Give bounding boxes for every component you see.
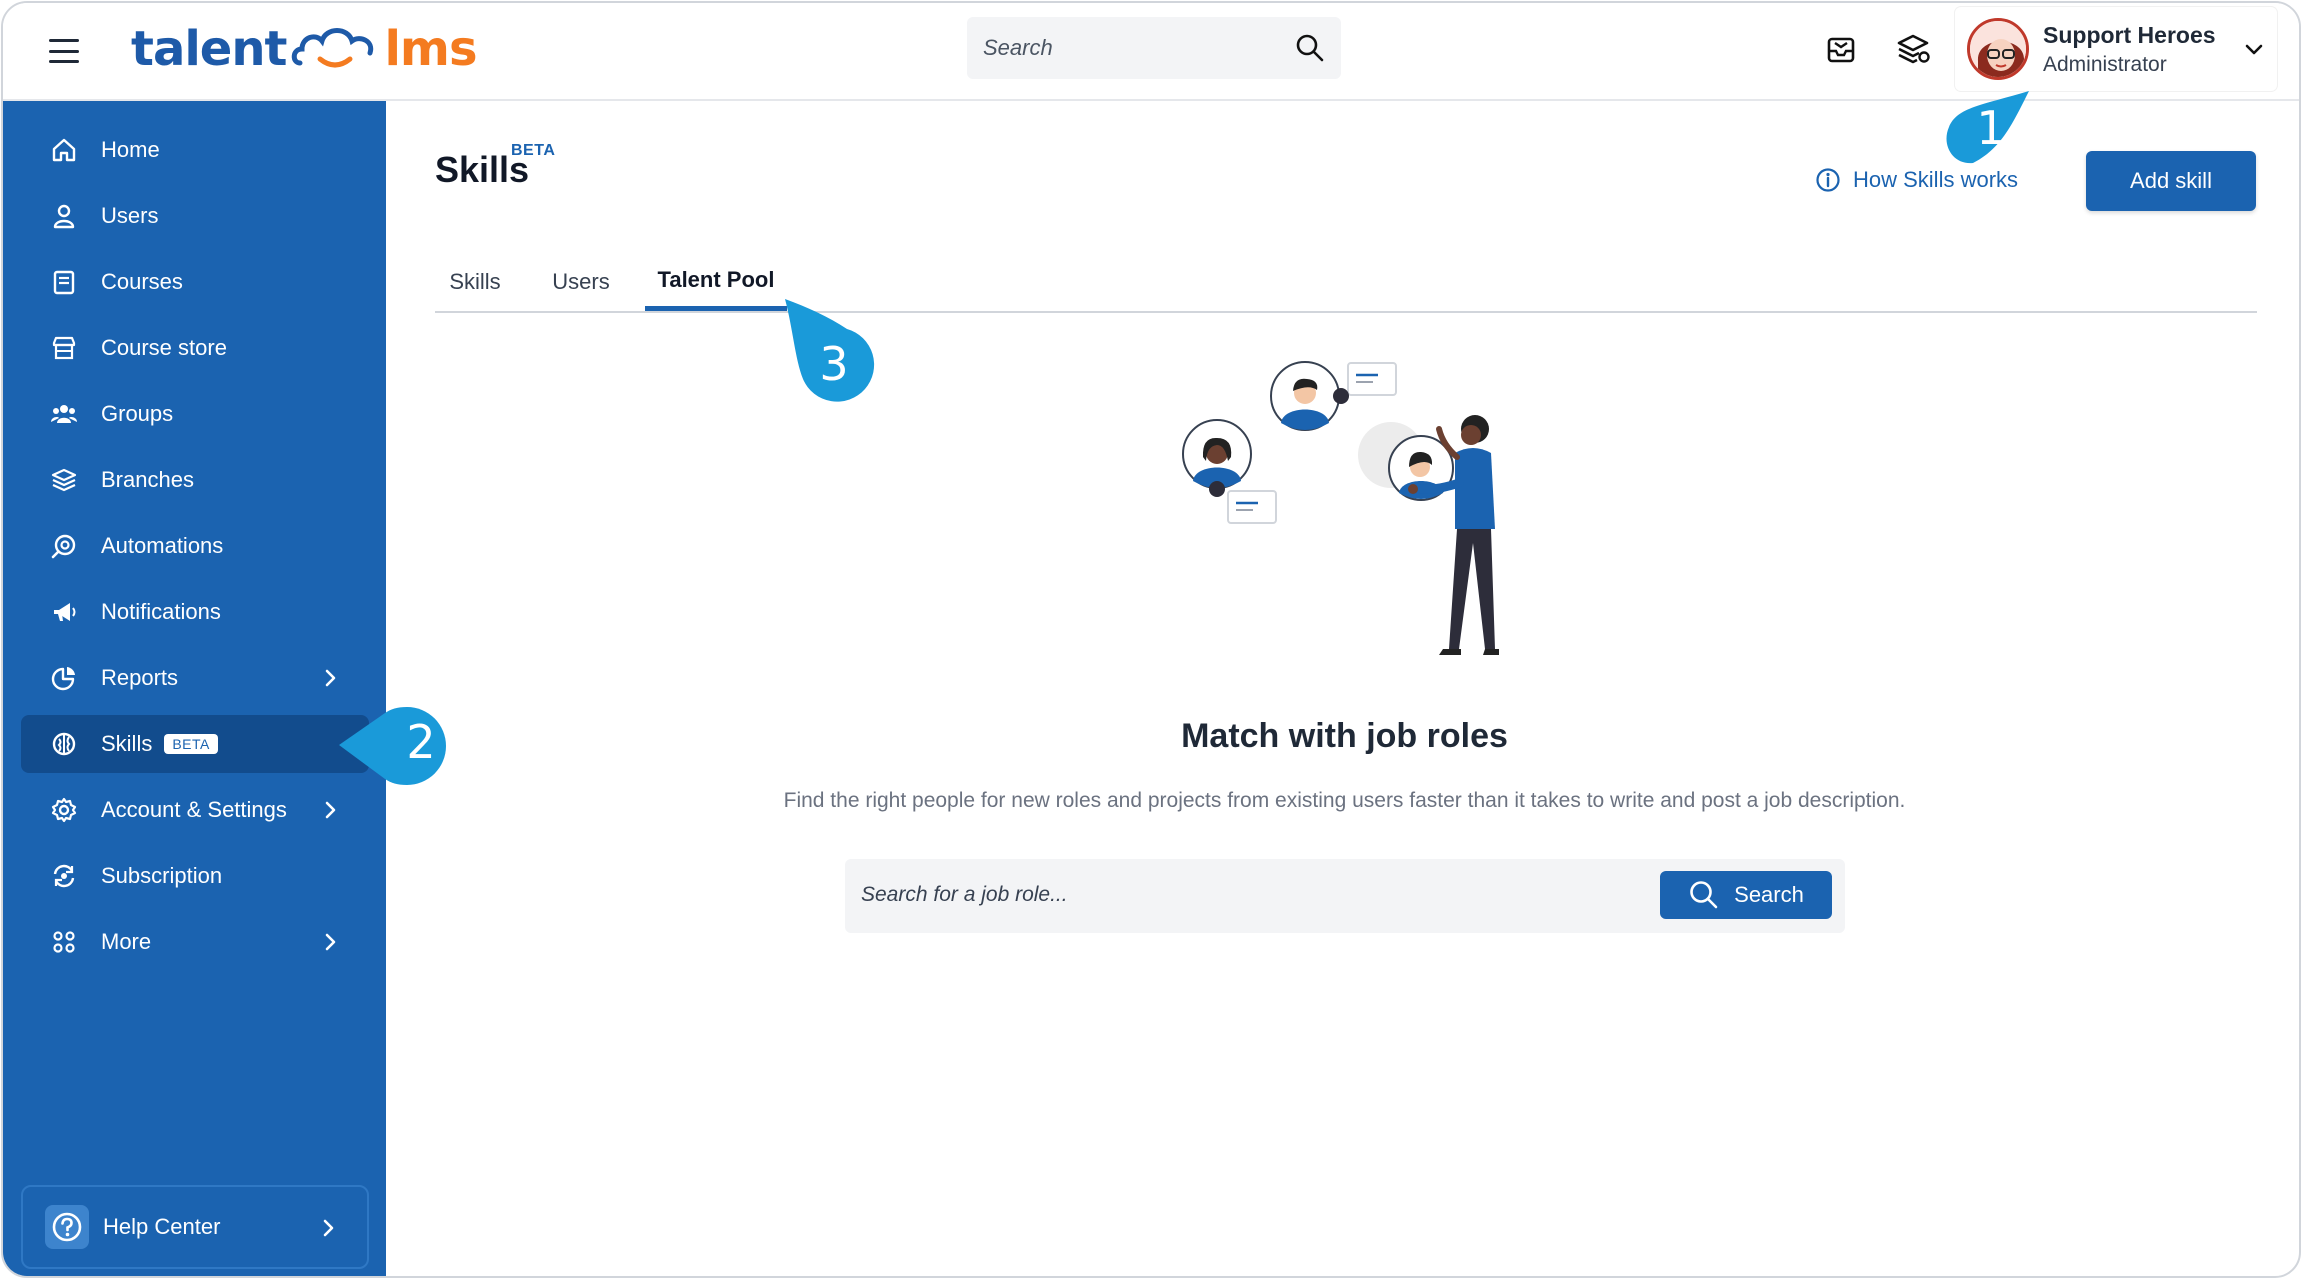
chevron-right-icon [325,933,336,951]
sidebar-item-home[interactable]: Home [21,121,369,179]
sidebar-item-label: Subscription [101,863,223,888]
empty-state-description: Find the right people for new roles and … [783,789,1906,812]
callout-2-number: 2 [406,715,436,769]
job-role-search-button-label: Search [1734,882,1804,907]
chevron-right-icon [323,1219,334,1237]
sidebar-item-label: Groups [101,401,174,426]
sidebar-item-courses[interactable]: Courses [21,253,369,311]
search-icon [1690,881,1718,909]
gear-icon [49,795,79,825]
sidebar-item-label: Notifications [101,599,221,624]
sidebar-item-label: Account & Settings [101,797,287,822]
subscription-icon [49,861,79,891]
beta-badge: BETA [164,734,218,754]
sidebar: Home Users Courses Course store Groups B… [3,101,386,1276]
store-icon [49,333,79,363]
user-menu[interactable]: Support Heroes Administrator [1955,7,2277,91]
groups-icon [49,399,79,429]
sidebar-item-account-settings[interactable]: Account & Settings [21,781,369,839]
megaphone-icon [49,597,79,627]
job-role-search-placeholder: Search for a job role... [861,883,1068,906]
sidebar-item-label: Reports [101,665,179,690]
callout-1-number: 1 [1976,101,2006,155]
layers-switch-icon[interactable] [1895,31,1931,67]
global-search-input[interactable]: Search [967,17,1341,79]
sidebar-item-groups[interactable]: Groups [21,385,369,443]
automation-icon [49,531,79,561]
chevron-right-icon [325,801,336,819]
help-center-label: Help Center [103,1214,221,1239]
tab-skills[interactable]: Skills [445,253,505,311]
app-window: talent lms Search Support Heroes Adminis… [1,1,2301,1278]
sidebar-item-label: Skills [101,731,153,756]
question-icon [45,1205,89,1249]
sidebar-item-label: Users [101,203,159,228]
sidebar-item-label: Home [101,137,160,162]
layers-icon [49,465,79,495]
logo-talent: talent [131,21,287,77]
messages-icon[interactable] [1823,31,1859,67]
cloud-smile-icon [292,28,374,68]
chevron-right-icon [325,669,336,687]
chevron-down-icon[interactable] [2243,38,2265,60]
user-name: Support Heroes [2043,21,2216,48]
sidebar-item-notifications[interactable]: Notifications [21,583,369,641]
info-icon [1816,168,1840,192]
sidebar-item-label: Course store [101,335,227,360]
sidebar-item-label: More [101,929,152,954]
sidebar-item-reports[interactable]: Reports [21,649,369,707]
home-icon [49,135,79,165]
user-icon [49,201,79,231]
sidebar-item-users[interactable]: Users [21,187,369,245]
book-icon [49,267,79,297]
avatar [1967,18,2029,80]
help-center-button[interactable]: Help Center [21,1185,369,1269]
sidebar-item-label: Branches [101,467,194,492]
tab-users[interactable]: Users [545,253,617,311]
global-search-placeholder: Search [983,35,1053,60]
pie-chart-icon [49,663,79,693]
sidebar-item-label: Automations [101,533,224,558]
brain-icon [49,729,79,759]
job-role-search-button[interactable]: Search [1660,871,1832,919]
search-icon[interactable] [1295,33,1325,63]
sidebar-item-more[interactable]: More [21,913,369,971]
grid-icon [49,927,79,957]
callout-3-number: 3 [819,337,849,391]
user-role: Administrator [2043,52,2167,76]
tab-bar: Skills Users Talent Pool [435,253,2257,313]
sidebar-item-label: Courses [101,269,183,294]
sidebar-item-branches[interactable]: Branches [21,451,369,509]
logo-lms: lms [384,21,477,77]
title-beta-badge: BETA [511,142,556,159]
talentlms-logo[interactable]: talent lms [131,17,478,81]
talent-pool-illustration [1182,361,1499,655]
sidebar-item-automations[interactable]: Automations [21,517,369,575]
empty-state-title: Match with job roles [1181,717,1508,755]
add-skill-button[interactable]: Add skill [2086,151,2256,211]
tab-talent-pool[interactable]: Talent Pool [645,253,787,311]
sidebar-item-subscription[interactable]: Subscription [21,847,369,905]
sidebar-item-skills[interactable]: Skills BETA [21,715,369,773]
sidebar-item-course-store[interactable]: Course store [21,319,369,377]
job-role-search-field[interactable]: Search for a job role... Search [845,859,1845,933]
hamburger-menu-icon[interactable] [49,39,79,63]
